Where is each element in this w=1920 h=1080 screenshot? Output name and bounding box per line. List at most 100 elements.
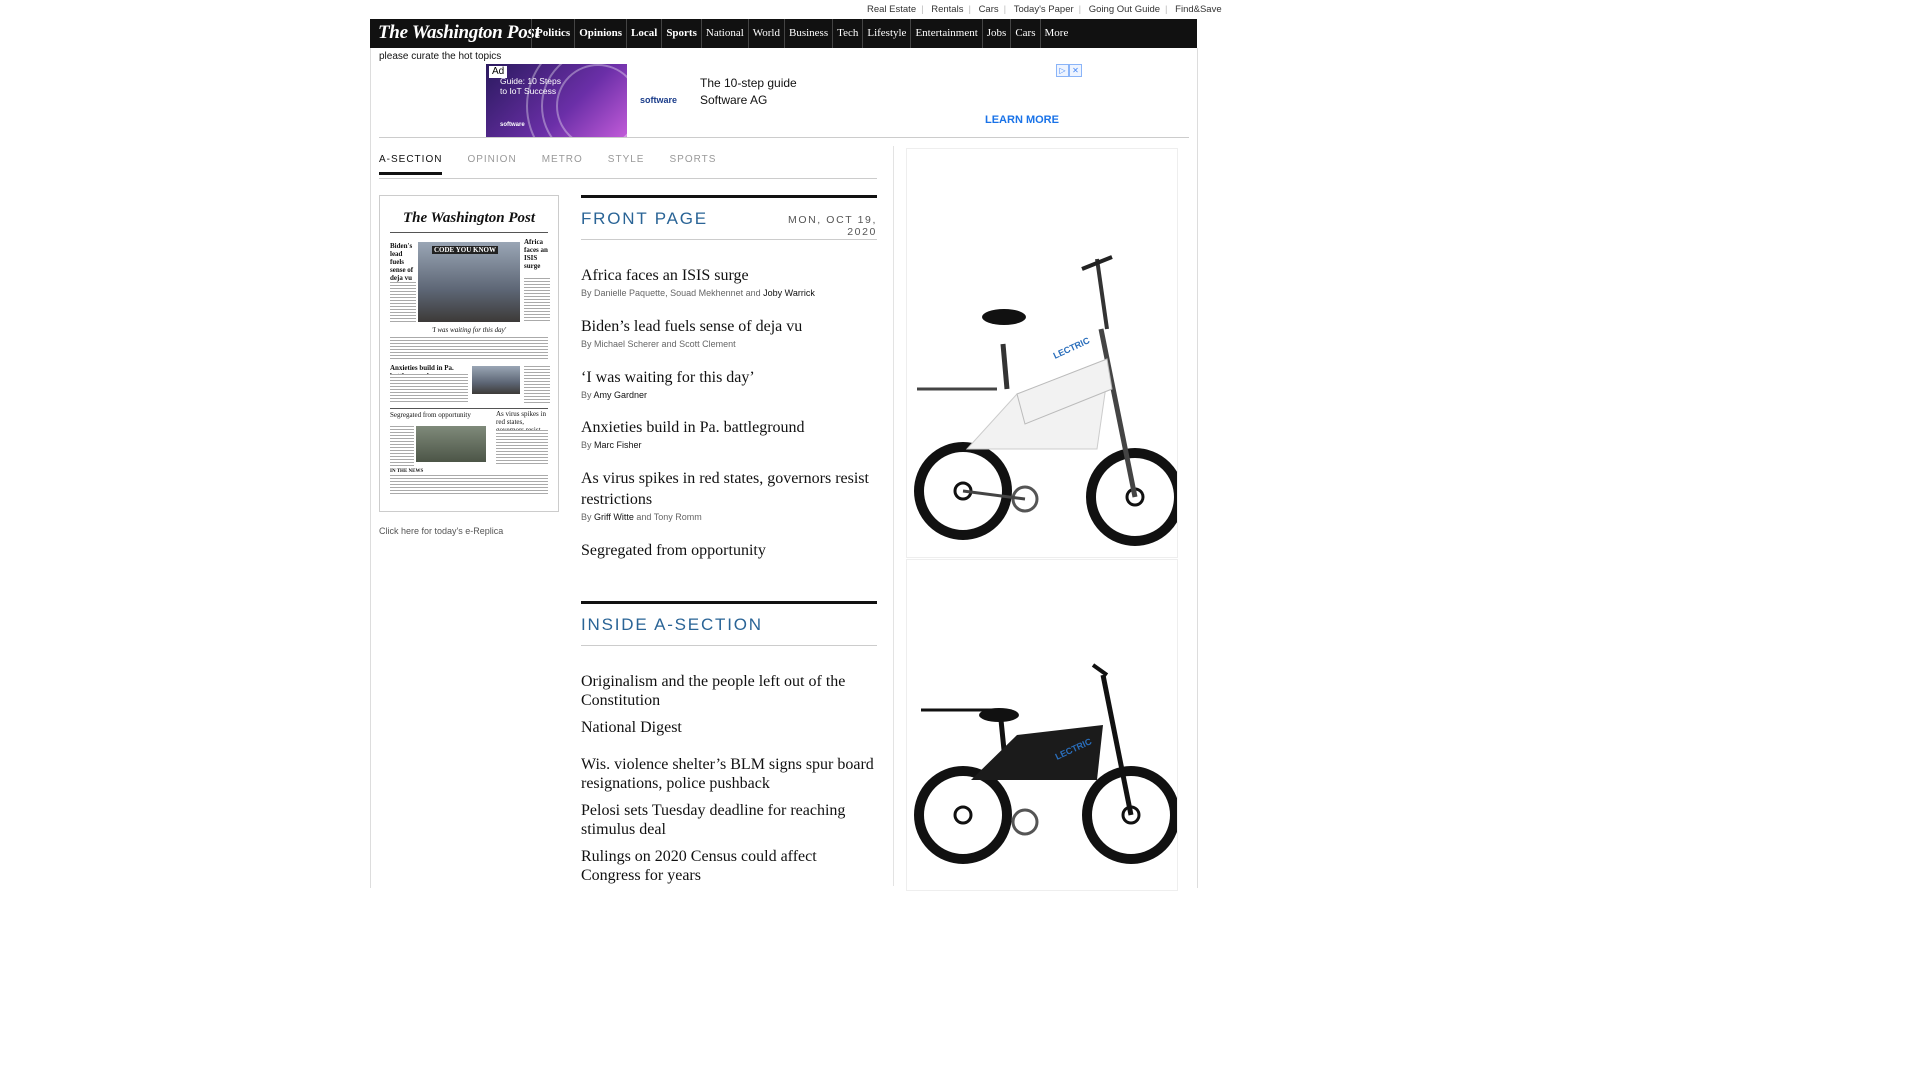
story-item: Segregated from opportunity	[581, 540, 879, 561]
section-rule	[581, 601, 877, 604]
separator: |	[968, 4, 971, 15]
thumbnail-rule	[390, 408, 548, 409]
ad-close-icon[interactable]: ✕	[1069, 64, 1082, 77]
ad-image-brand: software	[500, 122, 525, 128]
nav-item-tech[interactable]: Tech	[832, 19, 862, 48]
author-link[interactable]: Griff Witte	[594, 512, 634, 522]
nav-item-world[interactable]: World	[747, 19, 784, 48]
main-nav: The Washington Post Politics Opinions Loca…	[370, 19, 1197, 48]
ereplica-link[interactable]: Click here for today's e-Replica	[379, 526, 503, 536]
tab-a-section[interactable]: A-SECTION	[379, 154, 443, 175]
front-page-thumbnail[interactable]: The Washington Post Biden's lead fuels s…	[379, 195, 559, 512]
author-link[interactable]: Joby Warrick	[763, 288, 815, 298]
adchoices-icon[interactable]: ▷	[1056, 64, 1069, 77]
thumbnail-headline: Segregated from opportunity	[390, 411, 471, 419]
nav-item-jobs[interactable]: Jobs	[981, 19, 1011, 48]
ebike-black-image: LECTRIC	[914, 663, 1180, 864]
nav-item-lifestyle[interactable]: Lifestyle	[862, 19, 910, 48]
story-headline[interactable]: As virus spikes in red states, governors…	[581, 468, 879, 510]
story-byline: By Michael Scherer and Scott Clement	[581, 339, 879, 349]
front-page-title: FRONT PAGE	[581, 209, 708, 228]
story-headline[interactable]: Segregated from opportunity	[581, 540, 879, 561]
util-link-going-out-guide[interactable]: Going Out Guide	[1084, 4, 1165, 15]
author-link[interactable]: Amy Gardner	[594, 390, 648, 400]
section-tabs: A-SECTION OPINION METRO STYLE SPORTS	[379, 154, 741, 175]
ebike-white-image: LECTRIC	[914, 255, 1184, 546]
byline-authors: Michael Scherer and Scott Clement	[594, 339, 736, 349]
inside-section-title: INSIDE A-SECTION	[581, 615, 763, 634]
thumbnail-photo	[416, 426, 486, 462]
ad-headline[interactable]: The 10-step guide	[700, 76, 797, 90]
story-headline[interactable]: Biden’s lead fuels sense of deja vu	[581, 316, 879, 337]
byline-authors: and Tony Romm	[636, 512, 702, 522]
thumbnail-text	[496, 430, 548, 466]
story-item: Biden’s lead fuels sense of deja vu By Mi…	[581, 316, 879, 349]
thumbnail-headline: Africa faces an ISIS surge	[524, 238, 548, 270]
story-headline[interactable]: ‘I was waiting for this day’	[581, 367, 879, 388]
story-byline: By Danielle Paquette, Souad Mekhennet an…	[581, 288, 879, 298]
separator: |	[1078, 4, 1082, 15]
nav-item-local[interactable]: Local	[626, 19, 661, 48]
ad-badge: Ad	[489, 66, 508, 78]
story-item: Africa faces an ISIS surge By Danielle Pa…	[581, 265, 879, 298]
utility-links: Real Estate | Rentals | Cars | Today's Pape…	[862, 4, 1227, 15]
inside-story-link[interactable]: Pelosi sets Tuesday deadline for reachin…	[581, 801, 877, 839]
thumbnail-text	[524, 278, 550, 322]
inside-story-link[interactable]: Originalism and the people left out of t…	[581, 672, 877, 710]
byline-prefix: By	[581, 288, 592, 298]
util-link-real-estate[interactable]: Real Estate	[862, 4, 921, 15]
byline-prefix: By	[581, 512, 592, 522]
thumbnail-text	[390, 282, 416, 322]
wapo-logo[interactable]: The Washington Post	[378, 22, 540, 44]
thumbnail-photo	[472, 366, 520, 394]
inside-story-link[interactable]: National Digest	[581, 718, 877, 737]
story-byline: By Marc Fisher	[581, 440, 879, 450]
section-divider	[581, 645, 877, 646]
story-headline[interactable]: Anxieties build in Pa. battleground	[581, 417, 879, 438]
nav-items: Politics Opinions Local Sports National World…	[531, 19, 1072, 48]
separator: |	[1003, 4, 1007, 15]
tab-style[interactable]: STYLE	[608, 154, 645, 175]
nav-item-sports[interactable]: Sports	[661, 19, 701, 48]
ebike-ad-black[interactable]: LECTRIC	[906, 559, 1180, 891]
separator: |	[1165, 4, 1168, 15]
nav-item-more[interactable]: More	[1039, 19, 1073, 48]
thumbnail-text	[390, 374, 468, 404]
tab-opinion[interactable]: OPINION	[467, 154, 516, 175]
nav-item-opinions[interactable]: Opinions	[574, 19, 626, 48]
thumbnail-text	[390, 426, 414, 466]
thumbnail-headline: 'I was waiting for this day'	[431, 326, 507, 334]
nav-item-entertainment[interactable]: Entertainment	[910, 19, 981, 48]
thumbnail-headline: Biden's lead fuels sense of deja vu	[390, 242, 414, 282]
curate-note: please curate the hot topics	[379, 51, 502, 62]
tab-metro[interactable]: METRO	[542, 154, 583, 175]
story-headline[interactable]: Africa faces an ISIS surge	[581, 265, 879, 286]
front-page-date: MON, OCT 19, 2020	[787, 214, 877, 238]
thumbnail-text	[524, 366, 550, 404]
nav-item-business[interactable]: Business	[784, 19, 832, 48]
ad-image-text: Guide: 10 Steps to IoT Success	[500, 76, 561, 96]
ad-logo[interactable]: software	[640, 95, 677, 105]
thumbnail-masthead: The Washington Post	[403, 210, 535, 226]
ad-advertiser[interactable]: Software AG	[700, 93, 767, 107]
byline-prefix: By	[581, 390, 592, 400]
tab-sports[interactable]: SPORTS	[669, 154, 716, 175]
util-link-cars[interactable]: Cars	[974, 4, 1004, 15]
util-link-rentals[interactable]: Rentals	[926, 4, 968, 15]
author-link[interactable]: Marc Fisher	[594, 440, 642, 450]
nav-item-cars[interactable]: Cars	[1010, 19, 1039, 48]
byline-prefix: By	[581, 339, 592, 349]
story-byline: By Amy Gardner	[581, 390, 879, 400]
story-item: Anxieties build in Pa. battleground By Ma…	[581, 417, 879, 450]
ad-learn-more-button[interactable]: LEARN MORE	[985, 114, 1059, 126]
inside-story-link[interactable]: Wis. violence shelter’s BLM signs spur b…	[581, 755, 877, 793]
nav-item-national[interactable]: National	[700, 19, 748, 48]
util-link-find-save[interactable]: Find&Save	[1170, 4, 1226, 15]
nav-item-politics[interactable]: Politics	[531, 19, 574, 48]
separator: |	[921, 4, 924, 15]
util-link-todays-paper[interactable]: Today's Paper	[1009, 4, 1079, 15]
inside-story-link[interactable]: Rulings on 2020 Census could affect Cong…	[581, 847, 877, 885]
ebike-ad-white[interactable]: LECTRIC	[906, 148, 1184, 558]
bike-brand-text: LECTRIC	[1052, 335, 1092, 361]
story-byline: By Griff Witte and Tony Romm	[581, 512, 879, 522]
